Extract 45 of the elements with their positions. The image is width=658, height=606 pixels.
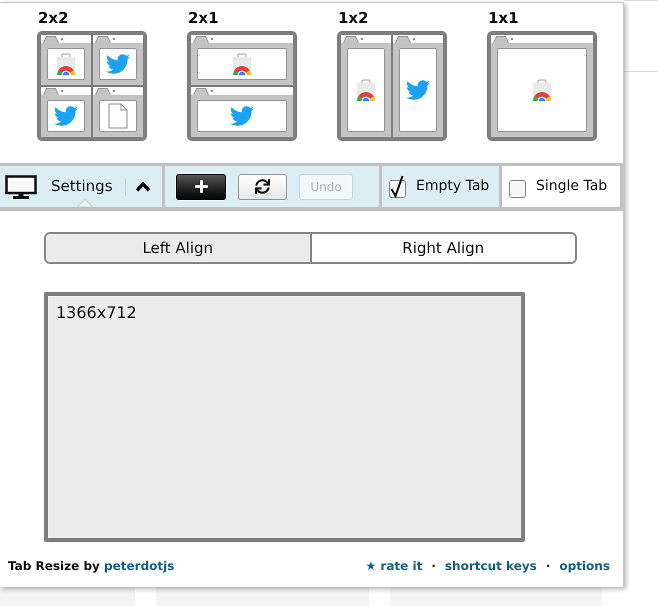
- layout-label: 1x2: [337, 9, 370, 27]
- bird-icon: [106, 52, 130, 76]
- tab-icon: [43, 36, 65, 43]
- tab-icon: [395, 36, 417, 43]
- align-tab[interactable]: Left Align: [46, 234, 310, 262]
- tab-icon: [95, 36, 117, 43]
- add-button[interactable]: [176, 174, 226, 200]
- plus-icon: [194, 179, 208, 194]
- tab-icon: [493, 36, 515, 43]
- shopping-bag-icon: [532, 79, 552, 101]
- footer-link[interactable]: ★ rate it: [365, 558, 422, 574]
- bird-icon: [54, 104, 78, 128]
- tab-icon: [43, 88, 65, 95]
- separator-dot: ·: [546, 558, 550, 574]
- footer-link[interactable]: options: [559, 558, 610, 574]
- layout-button[interactable]: [337, 31, 447, 141]
- layout-label: 2x2: [37, 9, 70, 27]
- footer-link[interactable]: shortcut keys: [444, 558, 537, 574]
- author-link[interactable]: peterdotjs: [104, 559, 174, 573]
- layout-button[interactable]: [37, 31, 147, 141]
- bird-icon: [230, 104, 254, 128]
- option-label[interactable]: Empty Tab: [416, 176, 490, 197]
- credit-text: Tab Resize by peterdotjs: [8, 558, 174, 574]
- tab-icon: [95, 88, 117, 95]
- file-icon: [108, 103, 128, 129]
- pointer-icon: [77, 199, 93, 207]
- separator-dot: ·: [431, 558, 436, 574]
- layout-label: 2x1: [187, 9, 220, 27]
- align-tab[interactable]: Right Align: [310, 234, 575, 262]
- shopping-bag-icon: [56, 53, 76, 75]
- shopping-bag-icon: [232, 53, 252, 75]
- tab-icon: [193, 36, 215, 43]
- tab-icon: [193, 88, 215, 95]
- bird-icon: [406, 78, 430, 102]
- monitor-icon: [5, 174, 37, 198]
- option-label[interactable]: Single Tab: [536, 176, 608, 197]
- settings-label[interactable]: Settings: [51, 175, 113, 198]
- shopping-bag-icon: [356, 79, 376, 101]
- refresh-icon: [255, 179, 270, 194]
- refresh-button[interactable]: [238, 174, 287, 200]
- layout-label: 1x1: [487, 9, 520, 27]
- tab-icon: [343, 36, 365, 43]
- layout-button[interactable]: [187, 31, 297, 141]
- resolution-label: 1366x712: [56, 303, 137, 322]
- checkbox[interactable]: [388, 174, 408, 198]
